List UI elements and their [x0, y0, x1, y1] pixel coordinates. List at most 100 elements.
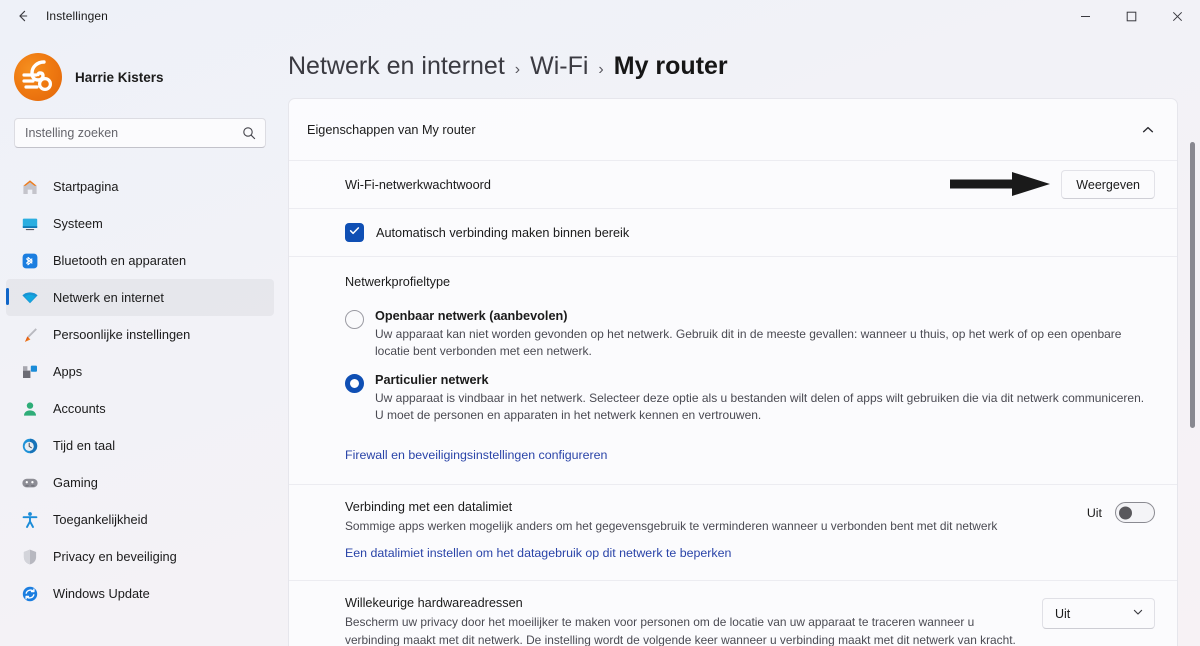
sidebar-item-toegankelijkheid[interactable]: Toegankelijkheid — [6, 501, 274, 538]
random-hardware-dropdown[interactable]: Uit — [1042, 598, 1155, 630]
metered-toggle-state: Uit — [1086, 505, 1102, 520]
arrow-left-icon — [15, 8, 31, 24]
show-password-button[interactable]: Weergeven — [1061, 170, 1155, 199]
back-button[interactable] — [6, 1, 40, 31]
update-icon — [20, 584, 40, 604]
breadcrumb-separator: › — [598, 61, 604, 78]
wifi-icon — [20, 288, 40, 308]
network-profile-type-section: Netwerkprofieltype Openbaar netwerk (aan… — [289, 256, 1177, 484]
window-controls — [1062, 0, 1200, 32]
sidebar-item-gaming[interactable]: Gaming — [6, 464, 274, 501]
breadcrumb-root[interactable]: Netwerk en internet — [288, 52, 505, 81]
toggle-knob — [1119, 506, 1132, 520]
firewall-settings-link[interactable]: Firewall en beveiligingsinstellingen con… — [345, 448, 607, 462]
main-scrollbar[interactable] — [1186, 124, 1198, 646]
accessibility-icon — [20, 510, 40, 530]
check-icon — [348, 224, 361, 242]
public-network-texts: Openbaar netwerk (aanbevolen) Uw apparaa… — [375, 309, 1155, 360]
sidebar-item-apps[interactable]: Apps — [6, 353, 274, 390]
network-profile-type-title: Netwerkprofieltype — [345, 275, 451, 289]
random-hardware-texts: Willekeurige hardwareadressen Bescherm u… — [345, 596, 1042, 646]
public-network-description: Uw apparaat kan niet worden gevonden op … — [375, 327, 1122, 359]
sidebar-item-windows-update[interactable]: Windows Update — [6, 575, 274, 612]
private-network-texts: Particulier netwerk Uw apparaat is vindb… — [375, 373, 1155, 424]
sidebar-item-label: Windows Update — [53, 586, 150, 601]
sidebar-item-label: Gaming — [53, 475, 98, 490]
sidebar-item-label: Accounts — [53, 401, 106, 416]
shield-icon — [20, 547, 40, 567]
sidebar-item-label: Netwerk en internet — [53, 290, 164, 305]
chevron-down-icon — [1132, 605, 1144, 623]
breadcrumb: Netwerk en internet › Wi-Fi › My router — [280, 32, 1200, 94]
metered-connection-title: Verbinding met een datalimiet — [345, 500, 513, 515]
auto-connect-checkbox[interactable] — [345, 223, 364, 242]
sidebar-item-label: Privacy en beveiliging — [53, 549, 177, 564]
settings-window: Instellingen Harrie Kisters Instelling z… — [0, 0, 1200, 646]
metered-connection-texts: Verbinding met een datalimiet Sommige ap… — [345, 500, 1087, 562]
public-network-radio[interactable] — [345, 310, 364, 329]
profile-name: Harrie Kisters — [75, 69, 164, 85]
user-profile[interactable]: Harrie Kisters — [0, 32, 280, 106]
metered-connection-control: Uit — [1086, 500, 1155, 524]
sidebar-item-label: Toegankelijkheid — [53, 512, 148, 527]
monitor-icon — [20, 214, 40, 234]
chevron-up-icon[interactable] — [1141, 123, 1155, 137]
gamepad-icon — [20, 473, 40, 493]
sidebar-item-persoonlijke-instellingen[interactable]: Persoonlijke instellingen — [6, 316, 274, 353]
minimize-button[interactable] — [1062, 0, 1108, 32]
private-network-title[interactable]: Particulier netwerk — [375, 373, 1155, 387]
sidebar-item-tijd-en-taal[interactable]: Tijd en taal — [6, 427, 274, 464]
avatar-logo-icon — [22, 60, 53, 92]
sidebar-item-label: Tijd en taal — [53, 438, 116, 453]
sidebar-item-netwerk-en-internet[interactable]: Netwerk en internet — [6, 279, 274, 316]
metered-connection-description: Sommige apps werken mogelijk anders om h… — [345, 519, 998, 534]
sidebar-item-bluetooth-en-apparaten[interactable]: Bluetooth en apparaten — [6, 242, 274, 279]
wifi-password-row: Wi-Fi-netwerkwachtwoord Weergeven — [289, 160, 1177, 208]
random-hardware-control: Uit — [1042, 596, 1155, 630]
random-hardware-title: Willekeurige hardwareadressen — [345, 596, 523, 611]
private-network-radio[interactable] — [345, 374, 364, 394]
sidebar-item-label: Bluetooth en apparaten — [53, 253, 187, 268]
close-icon — [1172, 11, 1183, 22]
sidebar-nav: Startpagina Systeem Bluetooth en apparat… — [0, 168, 280, 612]
sidebar-item-privacy-en-beveiliging[interactable]: Privacy en beveiliging — [6, 538, 274, 575]
private-network-description: Uw apparaat is vindbaar in het netwerk. … — [375, 391, 1145, 423]
search-input[interactable] — [25, 126, 235, 140]
app-title: Instellingen — [46, 9, 108, 23]
card-header-title: Eigenschappen van My router — [307, 122, 476, 137]
radio-option-private[interactable]: Particulier netwerk Uw apparaat is vindb… — [345, 373, 1155, 424]
sidebar-item-label: Persoonlijke instellingen — [53, 327, 191, 342]
scrollbar-thumb[interactable] — [1190, 142, 1195, 428]
metered-connection-toggle[interactable] — [1115, 502, 1155, 524]
public-network-title[interactable]: Openbaar netwerk (aanbevolen) — [375, 309, 1155, 323]
radio-option-public[interactable]: Openbaar netwerk (aanbevolen) Uw apparaa… — [345, 309, 1155, 360]
brush-icon — [20, 325, 40, 345]
minimize-icon — [1080, 11, 1091, 22]
random-hardware-description: Bescherm uw privacy door het moeilijker … — [345, 615, 1016, 646]
set-data-limit-link[interactable]: Een datalimiet instellen om het datagebr… — [345, 546, 731, 560]
page-title: My router — [613, 52, 728, 80]
sidebar-item-label: Startpagina — [53, 179, 119, 194]
apps-icon — [20, 362, 40, 382]
sidebar-item-accounts[interactable]: Accounts — [6, 390, 274, 427]
main-content: Netwerk en internet › Wi-Fi › My router … — [280, 32, 1200, 646]
card-header[interactable]: Eigenschappen van My router — [289, 99, 1177, 160]
search-icon — [242, 126, 256, 140]
metered-connection-row: Verbinding met een datalimiet Sommige ap… — [289, 484, 1177, 580]
home-icon — [20, 177, 40, 197]
avatar — [14, 53, 62, 101]
search-box[interactable] — [14, 118, 266, 148]
bluetooth-icon — [20, 251, 40, 271]
sidebar-item-label: Apps — [53, 364, 83, 379]
auto-connect-label[interactable]: Automatisch verbinding maken binnen bere… — [376, 226, 629, 240]
search-container — [14, 118, 266, 148]
router-properties-card: Eigenschappen van My router Wi-Fi-netwer… — [288, 98, 1178, 646]
close-button[interactable] — [1154, 0, 1200, 32]
sidebar-item-startpagina[interactable]: Startpagina — [6, 168, 274, 205]
breadcrumb-wifi[interactable]: Wi-Fi — [530, 52, 588, 81]
sidebar-item-systeem[interactable]: Systeem — [6, 205, 274, 242]
breadcrumb-separator: › — [514, 61, 521, 78]
maximize-button[interactable] — [1108, 0, 1154, 32]
auto-connect-row[interactable]: Automatisch verbinding maken binnen bere… — [289, 208, 1177, 256]
person-icon — [20, 399, 40, 419]
